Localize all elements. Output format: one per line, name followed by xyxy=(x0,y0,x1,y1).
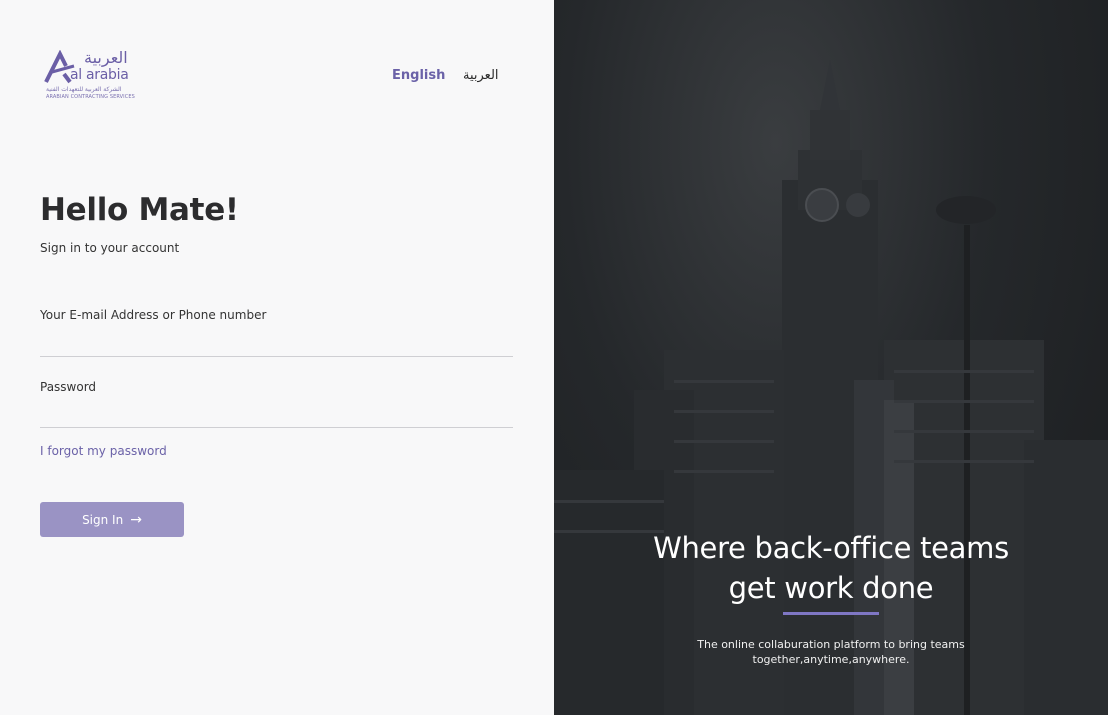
logo-english-subtitle: ARABIAN CONTRACTING SERVICES xyxy=(46,94,135,100)
sign-in-label: Sign In xyxy=(82,512,124,527)
logo-arabic-subtitle: الشركة العربية للتعهدات الفنية xyxy=(46,86,122,93)
login-panel: العربية al arabia الشركة العربية للتعهدا… xyxy=(0,0,554,715)
company-logo: العربية al arabia الشركة العربية للتعهدا… xyxy=(44,48,144,103)
hero-tagline: Where back-office teams get work done xyxy=(554,528,1108,608)
email-field[interactable] xyxy=(40,330,513,357)
hero-tagline-line2: get work done xyxy=(728,571,934,605)
page-subtitle: Sign in to your account xyxy=(40,241,180,255)
arrow-right-icon: → xyxy=(130,511,142,528)
forgot-password-link[interactable]: I forgot my password xyxy=(40,444,167,458)
email-label: Your E-mail Address or Phone number xyxy=(40,308,267,322)
hero-tagline-line1: Where back-office teams xyxy=(653,531,1009,565)
password-field[interactable] xyxy=(40,401,513,428)
password-label: Password xyxy=(40,380,97,394)
hero-panel: Where back-office teams get work done Th… xyxy=(554,0,1108,715)
logo-arabic-name: العربية xyxy=(84,48,128,67)
hero-description-line2: together,anytime,anywhere. xyxy=(752,653,910,666)
page-title: Hello Mate! xyxy=(40,192,239,228)
language-arabic-link[interactable]: العربية xyxy=(463,68,499,83)
language-english-link[interactable]: English xyxy=(392,68,445,83)
sign-in-button[interactable]: Sign In → xyxy=(40,502,184,537)
logo-english-name: al arabia xyxy=(70,67,129,83)
hero-description: The online collaburation platform to bri… xyxy=(554,637,1108,667)
hero-description-line1: The online collaburation platform to bri… xyxy=(697,638,965,651)
hero-underline xyxy=(783,612,879,615)
